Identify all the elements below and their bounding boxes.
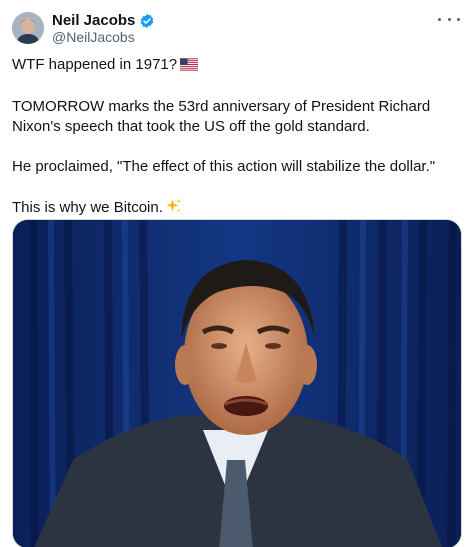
sparkles-emoji xyxy=(165,197,183,221)
tweet-paragraph-text: WTF happened in 1971? xyxy=(12,56,178,73)
tweet-paragraph-text: This is why we Bitcoin. xyxy=(12,199,163,216)
more-options-icon[interactable] xyxy=(438,10,460,28)
avatar[interactable] xyxy=(12,12,44,44)
verified-badge-icon xyxy=(139,13,155,29)
tweet-paragraph: WTF happened in 1971? xyxy=(12,55,462,77)
tweet-paragraph: TOMORROW marks the 53rd anniversary of P… xyxy=(12,98,435,135)
us-flag-emoji xyxy=(180,57,199,77)
tweet: Neil Jacobs @NeilJacobs WTF happened in … xyxy=(0,0,474,547)
tweet-text: WTF happened in 1971? TOMORROW marks the… xyxy=(12,55,462,241)
tweet-paragraph: This is why we Bitcoin. xyxy=(12,197,462,221)
tweet-paragraph: He proclaimed, "The effect of this actio… xyxy=(12,158,436,175)
name-row: Neil Jacobs xyxy=(52,12,155,29)
handle[interactable]: @NeilJacobs xyxy=(52,29,135,45)
display-name[interactable]: Neil Jacobs xyxy=(52,12,135,29)
video-thumbnail[interactable] xyxy=(12,219,462,547)
